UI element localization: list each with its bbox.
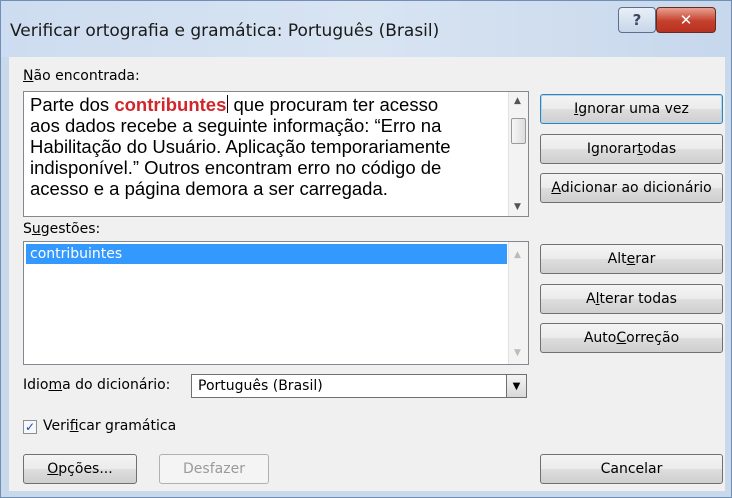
- ignore-all-button[interactable]: Ignorar t odas: [540, 134, 723, 164]
- cancel-button[interactable]: Cancelar: [540, 454, 723, 484]
- suggestions-scrollbar[interactable]: ▲ ▼: [508, 242, 528, 364]
- not-found-label: Não encontrada:: [23, 68, 140, 84]
- not-found-scrollbar[interactable]: ▲ ▼: [508, 92, 528, 216]
- chevron-down-icon[interactable]: ▼: [506, 375, 526, 397]
- change-all-button[interactable]: Al terar todas: [540, 284, 723, 314]
- not-found-textbox[interactable]: Parte dos contribuntes que procuram ter …: [23, 91, 529, 217]
- list-item[interactable]: contribuintes: [26, 244, 507, 264]
- checkmark-icon: ✓: [24, 420, 36, 434]
- check-grammar-label[interactable]: Verificar gramática: [43, 418, 176, 434]
- dictionary-language-select[interactable]: Português (Brasil) ▼: [191, 374, 527, 398]
- dialog-title: Verificar ortografia e gramática: Portug…: [10, 21, 440, 41]
- dictionary-language-value: Português (Brasil): [198, 378, 323, 394]
- check-grammar-checkbox[interactable]: ✓: [23, 420, 37, 434]
- help-button[interactable]: ?: [618, 7, 656, 33]
- help-icon: ?: [632, 11, 642, 29]
- misspelled-word[interactable]: contribuntes: [114, 94, 226, 115]
- close-button[interactable]: ✕: [656, 7, 716, 33]
- options-button[interactable]: Opções...: [23, 454, 137, 484]
- spelling-grammar-dialog: Verificar ortografia e gramática: Portug…: [0, 0, 732, 498]
- undo-button[interactable]: Desfazer: [159, 454, 269, 484]
- scroll-thumb[interactable]: [511, 118, 526, 144]
- add-to-dictionary-button[interactable]: Adicionar ao dicionário: [540, 173, 723, 203]
- scroll-down-icon[interactable]: ▼: [514, 348, 521, 358]
- close-icon: ✕: [679, 11, 693, 29]
- scroll-up-icon[interactable]: ▲: [514, 250, 521, 260]
- scroll-down-icon[interactable]: ▼: [514, 202, 521, 212]
- dictionary-language-label: Idioma do dicionário:: [23, 377, 171, 393]
- scroll-up-icon[interactable]: ▲: [514, 96, 521, 106]
- not-found-text[interactable]: Parte dos contribuntes que procuram ter …: [30, 94, 498, 214]
- ignore-once-button[interactable]: Ignorar uma vez: [540, 94, 723, 124]
- autocorrect-button[interactable]: Auto Correção: [540, 323, 723, 353]
- change-button[interactable]: Alt e rar: [540, 244, 723, 274]
- title-bar: Verificar ortografia e gramática: Portug…: [1, 1, 731, 57]
- suggestions-label: Sugestões:: [23, 221, 101, 237]
- suggestions-list[interactable]: contribuintes ▲ ▼: [23, 241, 529, 365]
